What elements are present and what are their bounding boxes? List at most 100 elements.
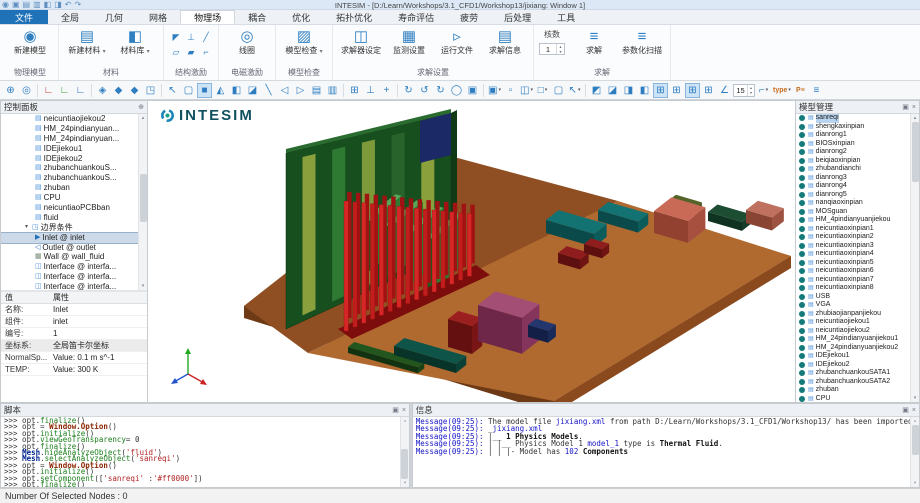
pick-face-icon[interactable]: ◨ (621, 83, 636, 98)
visibility-dot-icon[interactable] (799, 115, 805, 121)
visibility-dot-icon[interactable] (799, 396, 805, 402)
component-item-dianrong1[interactable]: ▤dianrong1 (796, 131, 919, 140)
visibility-dot-icon[interactable] (799, 285, 805, 291)
view-back-icon[interactable]: ◆ (127, 83, 142, 98)
visibility-dot-icon[interactable] (799, 226, 805, 232)
float-info-icon[interactable]: ▣ (902, 406, 909, 414)
tab-疲劳[interactable]: 疲劳 (447, 10, 491, 24)
component-item-neicuntiaoxinpian3[interactable]: ▤neicuntiaoxinpian3 (796, 242, 919, 251)
parameter-icon[interactable]: P≡ (793, 83, 808, 98)
measure-icon[interactable]: ⊥ (363, 83, 378, 98)
displacement-icon[interactable]: ╱ (199, 30, 213, 44)
polyline-tool-icon[interactable]: ⌐▾ (756, 83, 771, 98)
visibility-dot-icon[interactable] (799, 362, 805, 368)
visibility-dot-icon[interactable] (799, 141, 805, 147)
component-item-neicuntiaoxinpian5[interactable]: ▤neicuntiaoxinpian5 (796, 259, 919, 268)
close-script-icon[interactable]: × (402, 407, 406, 414)
app-menu-icon[interactable]: ◉ (2, 1, 9, 9)
run-file-button[interactable]: ▹运行文件 (434, 27, 480, 56)
tree-item-neicuntiaojiekou2[interactable]: ▤neicuntiaojiekou2 (1, 114, 147, 124)
property-row[interactable]: 坐标系:全局笛卡尔坐标 (1, 340, 147, 352)
acceleration-icon[interactable]: ▰ (184, 45, 198, 59)
select-point-icon[interactable]: ▫ (503, 83, 518, 98)
mesh-view-1-icon[interactable]: ⊞ (653, 83, 668, 98)
close-panel-icon[interactable]: × (912, 104, 916, 111)
script-scrollbar[interactable]: ▴▾ (400, 417, 409, 487)
tree-item--[interactable]: ▾◳边界条件 (1, 223, 147, 233)
visibility-dot-icon[interactable] (799, 353, 805, 359)
3d-model-scene[interactable] (148, 101, 793, 403)
3d-viewport[interactable]: INTESIM (148, 100, 795, 403)
pin-icon[interactable]: ⊕ (138, 103, 144, 111)
visibility-dot-icon[interactable] (799, 345, 805, 351)
pick-vertex-icon[interactable]: ◩ (589, 83, 604, 98)
visibility-dot-icon[interactable] (799, 183, 805, 189)
screen-capture-icon[interactable]: ▣ (465, 83, 480, 98)
component-item-neicuntiaoxinpian1[interactable]: ▤neicuntiaoxinpian1 (796, 225, 919, 234)
component-item-neicuntiaoxinpian8[interactable]: ▤neicuntiaoxinpian8 (796, 284, 919, 293)
cores-spinner[interactable]: 1▴▾ (539, 43, 565, 55)
property-row[interactable]: 编号:1 (1, 328, 147, 340)
component-item-hm_4pindianyuanjiekou[interactable]: ▤HM_4pindianyuanjiekou (796, 216, 919, 225)
mirror-right-icon[interactable]: ▷ (293, 83, 308, 98)
view-axis-y-icon[interactable]: ∟ (57, 83, 72, 98)
visibility-dot-icon[interactable] (799, 209, 805, 215)
tree-item-outlet-outlet[interactable]: ◁Outlet @ outlet (1, 243, 147, 253)
component-item-zhubandianchi[interactable]: ▤zhubandianchi (796, 165, 919, 174)
tab-工具[interactable]: 工具 (544, 10, 588, 24)
component-item-hm_24pindianyuanjiekou2[interactable]: ▤HM_24pindianyuanjiekou2 (796, 344, 919, 353)
visibility-dot-icon[interactable] (799, 166, 805, 172)
component-item-dianrong2[interactable]: ▤dianrong2 (796, 148, 919, 157)
component-item-dianrong4[interactable]: ▤dianrong4 (796, 182, 919, 191)
component-item-dianrong3[interactable]: ▤dianrong3 (796, 174, 919, 183)
component-item-zhubanchuankousata1[interactable]: ▤zhubanchuankouSATA1 (796, 369, 919, 378)
component-item-neicuntiaoxinpian7[interactable]: ▤neicuntiaoxinpian7 (796, 276, 919, 285)
tree-item-idejiekou2[interactable]: ▤IDEjiekou2 (1, 154, 147, 164)
visibility-dot-icon[interactable] (799, 370, 805, 376)
component-item-neicuntiaojiekou2[interactable]: ▤neicuntiaojiekou2 (796, 327, 919, 336)
visibility-dot-icon[interactable] (799, 302, 805, 308)
component-item-biosxinpian[interactable]: ▤BIOSxinpian (796, 140, 919, 149)
visibility-dot-icon[interactable] (799, 175, 805, 181)
visibility-dot-icon[interactable] (799, 132, 805, 138)
tab-耦合[interactable]: 耦合 (235, 10, 279, 24)
pick-body-icon[interactable]: ◧ (637, 83, 652, 98)
visibility-dot-icon[interactable] (799, 319, 805, 325)
visibility-dot-icon[interactable] (799, 243, 805, 249)
monitor-settings-button[interactable]: ▦监测设置 (386, 27, 432, 56)
float-script-icon[interactable]: ▣ (392, 406, 399, 414)
save-icon[interactable]: ▣ (12, 1, 20, 9)
tree-item-idejiekou1[interactable]: ▤IDEjiekou1 (1, 144, 147, 154)
info-scrollbar[interactable]: ▴▾ (910, 417, 919, 487)
redo-icon[interactable]: ↷ (75, 1, 82, 9)
visibility-dot-icon[interactable] (799, 336, 805, 342)
component-item-zhubanchuankousata2[interactable]: ▤zhubanchuankouSATA2 (796, 378, 919, 387)
select-box-icon[interactable]: □▾ (535, 83, 550, 98)
tab-物理场[interactable]: 物理场 (180, 10, 235, 24)
tree-item-interface-interfa-[interactable]: ◫Interface @ interfa... (1, 272, 147, 282)
component-item-hm_24pindianyuanjiekou1[interactable]: ▤HM_24pindianyuanjiekou1 (796, 335, 919, 344)
visibility-dot-icon[interactable] (799, 217, 805, 223)
paint-face-icon[interactable]: ◪ (245, 83, 260, 98)
circle-select-icon[interactable]: ◯ (449, 83, 464, 98)
undo-icon[interactable]: ↶ (65, 1, 72, 9)
export-icon[interactable]: ◨ (54, 1, 62, 9)
component-item-dianrong5[interactable]: ▤dianrong5 (796, 191, 919, 200)
visibility-dot-icon[interactable] (799, 379, 805, 385)
pressure-icon[interactable]: ⊥ (184, 30, 198, 44)
visibility-dot-icon[interactable] (799, 149, 805, 155)
tab-寿命评估[interactable]: 寿命评估 (385, 10, 447, 24)
coil-button[interactable]: ◎线圈 (224, 27, 270, 56)
rotate-free-icon[interactable]: ↻ (433, 83, 448, 98)
property-row[interactable]: TEMP:Value: 300 K (1, 364, 147, 376)
saved-view-icon[interactable]: ◳ (143, 83, 158, 98)
new-model-button[interactable]: ◉新建模型 (7, 27, 53, 56)
view-iso-icon[interactable]: ◈ (95, 83, 110, 98)
component-item-neicuntiaoxinpian4[interactable]: ▤neicuntiaoxinpian4 (796, 250, 919, 259)
material-library-button[interactable]: ◧材料库 ▾ (112, 27, 158, 56)
tab-后处理[interactable]: 后处理 (491, 10, 544, 24)
import-icon[interactable]: ◧ (44, 1, 52, 9)
tab-几何[interactable]: 几何 (92, 10, 136, 24)
tree-item-interface-interfa-[interactable]: ◫Interface @ interfa... (1, 262, 147, 272)
tab-拓扑优化[interactable]: 拓扑优化 (323, 10, 385, 24)
